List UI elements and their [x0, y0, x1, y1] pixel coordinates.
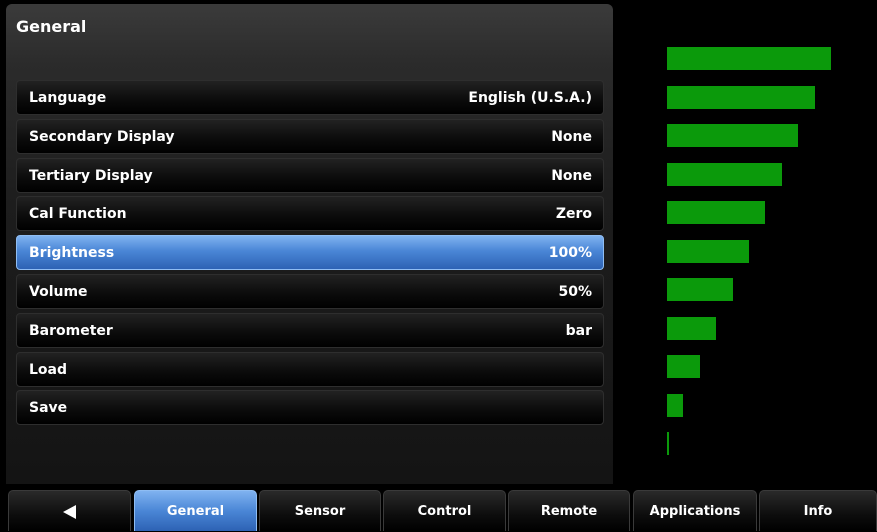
setting-value: Zero [555, 206, 592, 222]
setting-row-volume[interactable]: Volume 50% [16, 274, 604, 309]
setting-row-tertiary-display[interactable]: Tertiary Display None [16, 158, 604, 193]
level-bar [667, 432, 669, 455]
setting-label: Volume [29, 284, 88, 300]
setting-label: Cal Function [29, 206, 127, 222]
setting-row-secondary-display[interactable]: Secondary Display None [16, 119, 604, 154]
setting-row-save[interactable]: Save [16, 390, 604, 425]
back-arrow-icon [63, 504, 76, 519]
setting-row-barometer[interactable]: Barometer bar [16, 313, 604, 348]
setting-label: Tertiary Display [29, 168, 153, 184]
tab-label: Info [803, 504, 833, 519]
level-bar [667, 47, 831, 70]
back-button[interactable] [8, 490, 131, 531]
tab-general[interactable]: General [134, 490, 257, 531]
setting-value: None [551, 129, 592, 145]
setting-label: Barometer [29, 323, 113, 339]
setting-label: Brightness [29, 245, 115, 261]
setting-label: Secondary Display [29, 129, 175, 145]
tab-info[interactable]: Info [759, 490, 877, 531]
level-bar [667, 163, 782, 186]
tab-label: Applications [649, 504, 741, 519]
setting-label: Save [29, 400, 68, 416]
setting-row-brightness[interactable]: Brightness 100% [16, 235, 604, 270]
level-bar [667, 240, 749, 263]
level-bar [667, 317, 716, 340]
level-bar [667, 86, 815, 109]
tab-remote[interactable]: Remote [508, 490, 630, 531]
setting-value: English (U.S.A.) [468, 90, 592, 106]
tab-bar: General Sensor Control Remote Applicatio… [6, 490, 877, 531]
level-bar [667, 201, 765, 224]
setting-value: None [551, 168, 592, 184]
setting-value: bar [565, 323, 592, 339]
setting-row-load[interactable]: Load [16, 352, 604, 387]
setting-label: Load [29, 362, 68, 378]
setting-row-language[interactable]: Language English (U.S.A.) [16, 80, 604, 115]
level-bar [667, 394, 683, 417]
level-bar [667, 278, 733, 301]
tab-label: Control [417, 504, 472, 519]
tab-applications[interactable]: Applications [633, 490, 757, 531]
level-bar [667, 355, 700, 378]
tab-label: Remote [540, 504, 598, 519]
panel-title: General [16, 17, 87, 36]
tab-control[interactable]: Control [383, 490, 506, 531]
tab-label: Sensor [294, 504, 346, 519]
setting-label: Language [29, 90, 107, 106]
tab-sensor[interactable]: Sensor [259, 490, 381, 531]
setting-row-cal-function[interactable]: Cal Function Zero [16, 196, 604, 231]
tab-label: General [166, 504, 225, 519]
level-bar [667, 124, 798, 147]
setting-value: 100% [548, 245, 592, 261]
setting-value: 50% [558, 284, 592, 300]
